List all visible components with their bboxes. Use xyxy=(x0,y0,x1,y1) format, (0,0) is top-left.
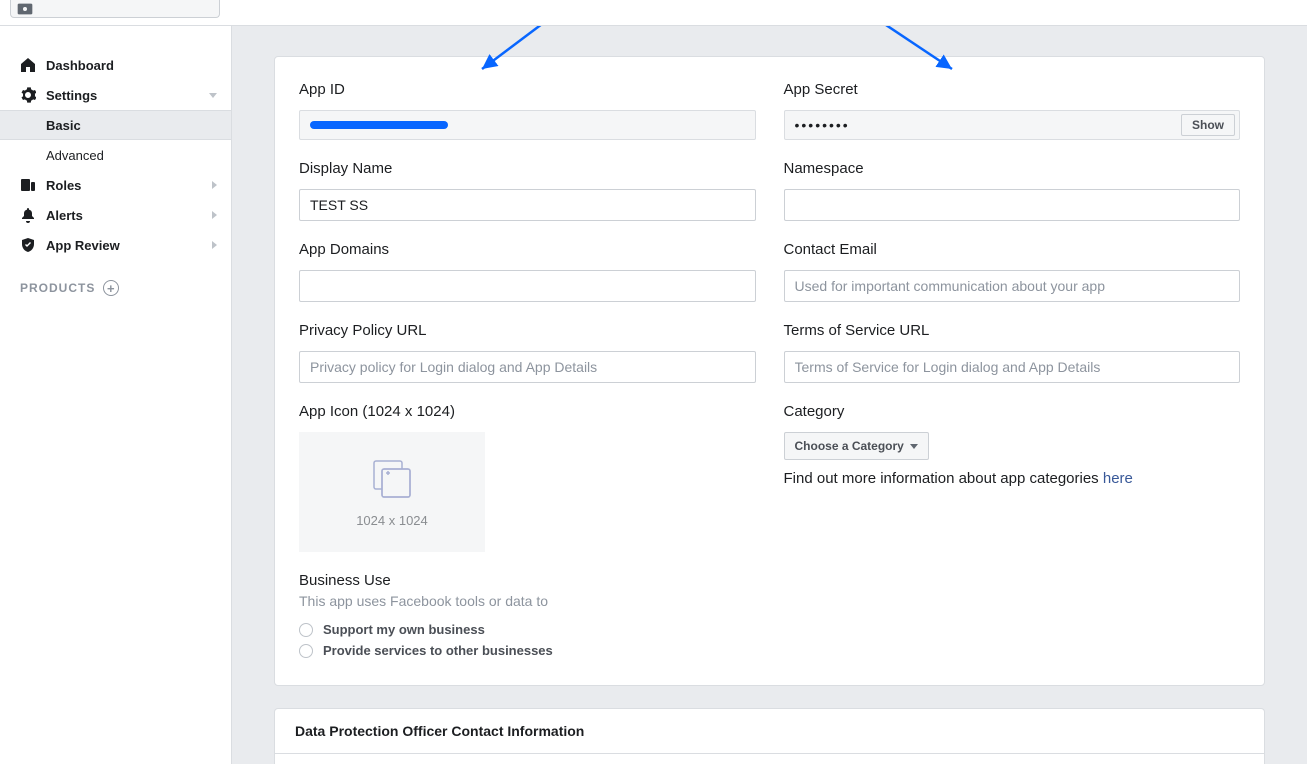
field-label: Display Name xyxy=(299,160,756,177)
sidebar-sub-label: Advanced xyxy=(46,148,104,163)
sidebar-products-header: PRODUCTS + xyxy=(0,260,231,296)
business-use-option-own[interactable]: Support my own business xyxy=(299,619,756,640)
sidebar-item-label: Roles xyxy=(46,178,81,193)
bell-icon xyxy=(20,207,36,223)
radio-icon xyxy=(299,644,313,658)
field-label: Privacy Policy URL xyxy=(299,322,756,339)
category-learn-more-link[interactable]: here xyxy=(1103,470,1133,487)
sidebar-item-settings[interactable]: Settings xyxy=(0,80,231,110)
sidebar-item-label: App Review xyxy=(46,238,120,253)
app-id-redacted xyxy=(310,121,448,129)
shield-check-icon xyxy=(20,237,36,253)
add-product-button[interactable]: + xyxy=(103,280,119,296)
app-secret-value: •••••••• Show xyxy=(784,110,1241,140)
field-label: Contact Email xyxy=(784,241,1241,258)
business-use-sub: This app uses Facebook tools or data to xyxy=(299,593,756,609)
show-secret-button[interactable]: Show xyxy=(1181,114,1235,136)
sidebar-item-label: Alerts xyxy=(46,208,83,223)
display-name-input[interactable] xyxy=(299,189,756,221)
category-selected: Choose a Category xyxy=(795,439,904,453)
dpo-section: Data Protection Officer Contact Informat… xyxy=(274,708,1265,764)
sidebar-sub-advanced[interactable]: Advanced xyxy=(0,140,231,170)
app-domains-input[interactable] xyxy=(299,270,756,302)
image-placeholder-icon xyxy=(368,457,416,501)
privacy-url-input[interactable] xyxy=(299,351,756,383)
chevron-right-icon xyxy=(212,241,217,249)
app-secret-masked: •••••••• xyxy=(795,117,850,133)
app-id-value[interactable] xyxy=(299,110,756,140)
sidebar-item-roles[interactable]: Roles xyxy=(0,170,231,200)
roles-icon xyxy=(20,177,36,193)
upload-hint: 1024 x 1024 xyxy=(356,513,428,528)
radio-label: Provide services to other businesses xyxy=(323,643,553,658)
namespace-input[interactable] xyxy=(784,189,1241,221)
radio-icon xyxy=(299,623,313,637)
gear-icon xyxy=(20,87,36,103)
dpo-header: Data Protection Officer Contact Informat… xyxy=(274,708,1265,753)
category-hint: Find out more information about app cate… xyxy=(784,470,1241,487)
sidebar: Dashboard Settings Basic Advanced Roles xyxy=(0,26,232,764)
chevron-down-icon xyxy=(209,93,217,98)
chevron-right-icon xyxy=(212,211,217,219)
category-select[interactable]: Choose a Category xyxy=(784,432,929,460)
sidebar-sub-basic[interactable]: Basic xyxy=(0,110,231,140)
field-label: App Icon (1024 x 1024) xyxy=(299,403,756,420)
radio-label: Support my own business xyxy=(323,622,485,637)
sidebar-item-label: Settings xyxy=(46,88,97,103)
tos-url-input[interactable] xyxy=(784,351,1241,383)
sidebar-item-dashboard[interactable]: Dashboard xyxy=(0,50,231,80)
field-label: App Secret xyxy=(784,81,1241,98)
field-label: App ID xyxy=(299,81,756,98)
dpo-body: The General Data Protection Regulation (… xyxy=(274,753,1265,764)
field-label: Namespace xyxy=(784,160,1241,177)
app-icon-upload[interactable]: 1024 x 1024 xyxy=(299,432,485,552)
products-label: PRODUCTS xyxy=(20,281,95,295)
app-selector[interactable] xyxy=(10,0,220,18)
home-icon xyxy=(20,57,36,73)
contact-email-input[interactable] xyxy=(784,270,1241,302)
chevron-down-icon xyxy=(910,444,918,449)
business-use-option-services[interactable]: Provide services to other businesses xyxy=(299,640,756,661)
top-bar xyxy=(0,0,1307,26)
sidebar-item-alerts[interactable]: Alerts xyxy=(0,200,231,230)
basic-settings-card: App ID Display Name App Domains xyxy=(274,56,1265,686)
sidebar-item-label: Dashboard xyxy=(46,58,114,73)
sidebar-item-app-review[interactable]: App Review xyxy=(0,230,231,260)
field-label: Category xyxy=(784,403,1241,420)
field-label: App Domains xyxy=(299,241,756,258)
field-label: Terms of Service URL xyxy=(784,322,1241,339)
main-content: App ID Display Name App Domains xyxy=(232,26,1307,764)
sidebar-sub-label: Basic xyxy=(46,118,81,133)
business-use-heading: Business Use xyxy=(299,572,756,589)
chevron-right-icon xyxy=(212,181,217,189)
camera-icon xyxy=(17,3,33,15)
